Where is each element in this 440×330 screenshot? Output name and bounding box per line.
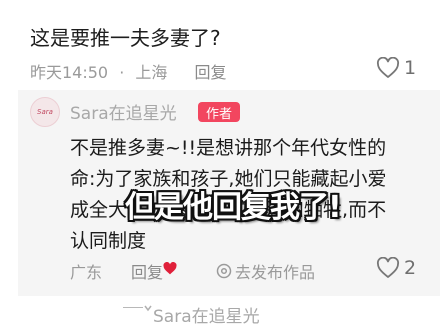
comment-text: 这是要推一夫多妻了? bbox=[30, 26, 221, 50]
reply-like-button[interactable]: 2 bbox=[376, 257, 416, 279]
heart-outline-icon bbox=[376, 57, 400, 78]
red-heart-icon bbox=[163, 262, 177, 275]
reply-location: 广东 bbox=[70, 263, 103, 282]
reply-reply-button[interactable]: 回复 bbox=[131, 259, 163, 283]
comment-reply-button[interactable]: 回复 bbox=[195, 63, 227, 82]
publish-works-label: 去发布作品 bbox=[235, 263, 316, 282]
comment-location: 上海 bbox=[135, 63, 168, 82]
heart-outline-icon bbox=[376, 257, 400, 278]
reply-divider bbox=[123, 307, 143, 308]
reply-like-count: 2 bbox=[404, 257, 417, 279]
meta-dot: · bbox=[119, 63, 125, 82]
reply-text-line-1: 不是推多妻~!!是想讲那个年代女性的 bbox=[70, 137, 387, 159]
comment-meta: 昨天14:50 · 上海 回复 bbox=[30, 59, 227, 83]
overlay-caption: 但是他回复我了! bbox=[125, 190, 342, 225]
comment-time: 昨天14:50 bbox=[30, 63, 109, 82]
publish-works-link[interactable]: 去发布作品 bbox=[216, 259, 315, 283]
comment-like-button[interactable]: 1 bbox=[376, 57, 416, 79]
reply-text-line-4: 认同制度 bbox=[70, 230, 147, 252]
reply-username[interactable]: Sara在追星光 bbox=[70, 99, 177, 124]
next-reply-username[interactable]: Sara在追星光 bbox=[153, 302, 260, 327]
author-badge: 作者 bbox=[198, 102, 240, 122]
avatar-text: Sara bbox=[37, 108, 53, 116]
camera-icon bbox=[216, 263, 232, 279]
avatar[interactable]: Sara bbox=[30, 97, 60, 127]
chevron-down-icon[interactable] bbox=[144, 302, 152, 314]
comment-like-count: 1 bbox=[404, 57, 417, 79]
